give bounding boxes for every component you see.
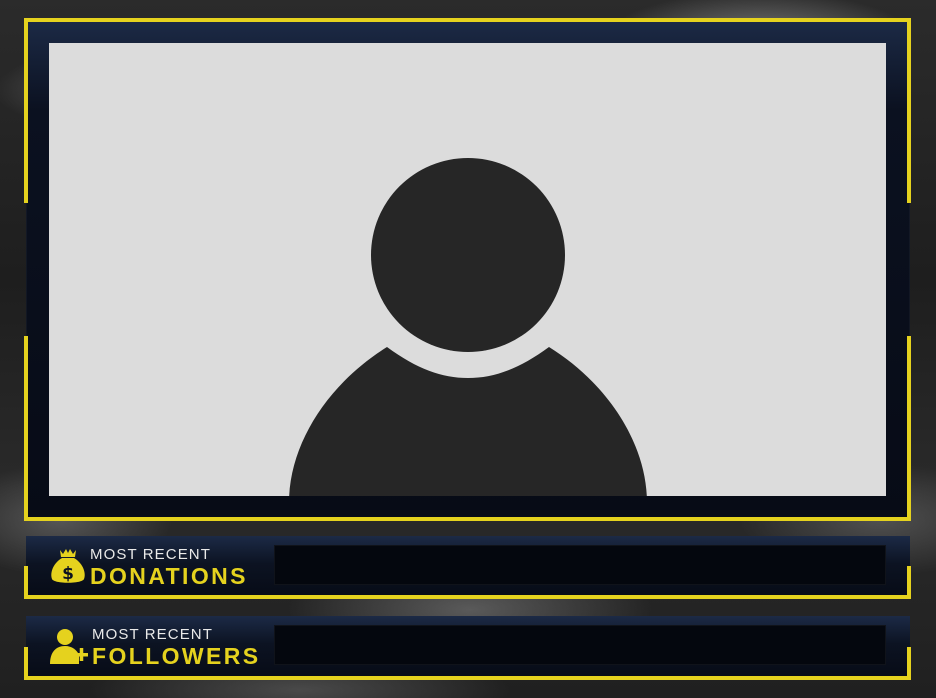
svg-text:$: $ [62,564,74,584]
donations-label-main: DONATIONS [90,563,248,589]
user-silhouette-icon [289,347,647,496]
donations-accent-bottom [26,595,910,599]
followers-accent-bottom [26,676,910,680]
money-bag-dollar-icon: $ [51,549,85,584]
followers-accent-right [907,647,911,680]
followers-accent-left [24,647,28,680]
webcam-placeholder [49,43,886,496]
donations-label-top: MOST RECENT [90,546,211,563]
followers-label-main: FOLLOWERS [92,643,261,669]
avatar-head [371,158,565,352]
donations-accent-right [907,566,911,599]
donations-accent-left [24,566,28,599]
frame-accent-bottom [26,517,910,521]
frame-accent-right-bottom [907,336,911,521]
followers-value [274,625,886,665]
donations-bar: $ MOST RECENT DONATIONS [26,536,910,598]
frame-accent-left-top [24,18,28,203]
followers-label-top: MOST RECENT [92,626,213,643]
user-add-icon [50,629,88,664]
frame-accent-left-bottom [24,336,28,521]
frame-accent-top [26,18,910,22]
donations-value [274,545,886,585]
frame-accent-right-top [907,18,911,203]
followers-bar: MOST RECENT FOLLOWERS [26,616,910,678]
